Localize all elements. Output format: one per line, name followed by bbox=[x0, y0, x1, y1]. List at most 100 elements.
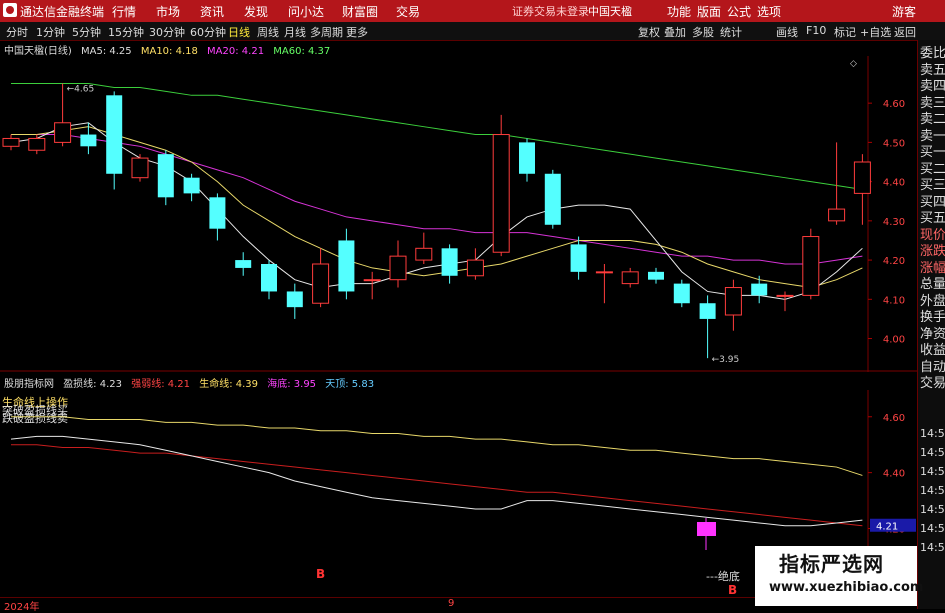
side-item-19[interactable]: 自动 bbox=[920, 360, 945, 376]
period-more[interactable]: 更多 bbox=[344, 24, 370, 40]
btn-overlay[interactable]: 叠加 bbox=[664, 24, 686, 40]
candle-body-down bbox=[261, 264, 277, 292]
side-item-4[interactable]: 卖二 bbox=[920, 112, 945, 128]
candle-body-down bbox=[106, 95, 123, 174]
menu-formula[interactable]: 公式 bbox=[727, 3, 751, 20]
sub-tick-label: 4.60 bbox=[883, 413, 905, 424]
side-item-20[interactable]: 交易 bbox=[920, 376, 945, 392]
menu-function[interactable]: 功能 bbox=[667, 3, 691, 20]
high-annotation: ←4.65 bbox=[67, 85, 95, 95]
quote-side-panel: 委比 卖五 卖四 卖三 卖二 卖一 买一 买二 买三 买四 买五 现价 涨跌 涨幅 总量 外盘 换手 净资 收益 自动… bbox=[917, 40, 945, 609]
candle-body-up bbox=[389, 255, 407, 281]
sub-indicator-name[interactable]: 股朋指标网 bbox=[4, 379, 54, 390]
side-item-7[interactable]: 买二 bbox=[920, 162, 945, 178]
period-5min[interactable]: 5分钟 bbox=[70, 24, 103, 40]
watermark-title: 指标严选网 bbox=[779, 552, 884, 576]
side-time-tick: 14:56 bbox=[920, 427, 945, 440]
candle-body-up bbox=[312, 263, 330, 304]
menu-news[interactable]: 资讯 bbox=[200, 3, 224, 20]
candle-body-down bbox=[286, 291, 303, 308]
btn-draw[interactable]: 画线 bbox=[776, 24, 798, 40]
profit-line-value: 盈损线: 4.23 bbox=[63, 379, 123, 390]
side-item-0[interactable]: 委比 bbox=[920, 46, 945, 62]
period-timeshare[interactable]: 分时 bbox=[4, 24, 30, 40]
price-tick-label: 4.60 bbox=[883, 99, 905, 110]
candle-body-down bbox=[209, 197, 226, 229]
candle-body-down bbox=[338, 240, 355, 292]
main-indicator-row: 中国天楹(日线) MA5: 4.25 MA10: 4.18 MA20: 4.21… bbox=[0, 42, 336, 57]
period-1min[interactable]: 1分钟 bbox=[34, 24, 67, 40]
period-toolbar: 分时 1分钟 5分钟 15分钟 30分钟 60分钟 日线 周线 月线 多周期 更… bbox=[0, 22, 945, 41]
candle-body-down bbox=[80, 134, 97, 147]
side-item-12[interactable]: 涨跌 bbox=[920, 244, 945, 260]
side-item-2[interactable]: 卖四 bbox=[920, 79, 945, 95]
side-item-13[interactable]: 涨幅 bbox=[920, 261, 945, 277]
candle-body-down bbox=[157, 154, 174, 198]
period-multi[interactable]: 多周期 bbox=[308, 24, 345, 40]
side-item-11[interactable]: 现价 bbox=[920, 228, 945, 244]
btn-add-favorite[interactable]: +自选 bbox=[860, 24, 891, 40]
side-item-1[interactable]: 卖五 bbox=[920, 63, 945, 79]
app-window: 通达信金融终端 行情 市场 资讯 发现 问小达 财富圈 交易 证券交易未登录 中… bbox=[0, 0, 945, 613]
menu-wealth[interactable]: 财富圈 bbox=[342, 3, 378, 20]
candlestick-chart[interactable]: 4.60 4.50 4.40 4.30 4.20 4.10 4.00 ←4.65 ←3.95 ◇ bbox=[0, 56, 917, 372]
chart-settings-icon[interactable]: ◇ bbox=[850, 59, 857, 69]
side-item-9[interactable]: 买四 bbox=[920, 195, 945, 211]
trade-login-notice[interactable]: 证券交易未登录 bbox=[512, 3, 589, 19]
side-item-10[interactable]: 买五 bbox=[920, 211, 945, 227]
candle-body-up bbox=[802, 236, 820, 296]
life-line-series bbox=[11, 416, 863, 476]
period-monthly[interactable]: 月线 bbox=[282, 24, 308, 40]
menu-market[interactable]: 市场 bbox=[156, 3, 180, 20]
btn-adjust[interactable]: 复权 bbox=[638, 24, 660, 40]
side-item-5[interactable]: 卖一 bbox=[920, 129, 945, 145]
price-tick-label: 4.20 bbox=[883, 256, 905, 267]
current-value-label: 4.21 bbox=[876, 522, 898, 533]
ma20-line bbox=[11, 134, 863, 265]
month-label: 9 bbox=[448, 598, 455, 609]
side-time-tick: 14:56 bbox=[920, 446, 945, 459]
candle-body-up bbox=[2, 137, 20, 147]
btn-f10[interactable]: F10 bbox=[806, 24, 826, 37]
menu-quotes[interactable]: 行情 bbox=[112, 3, 136, 20]
side-item-18[interactable]: 收益 bbox=[920, 343, 945, 359]
sub-indicator-row: 股朋指标网 盈损线: 4.23 强弱线: 4.21 生命线: 4.39 海底: … bbox=[0, 375, 380, 390]
period-daily[interactable]: 日线 bbox=[226, 24, 252, 40]
btn-back[interactable]: 返回 bbox=[894, 24, 916, 40]
candle-body-down bbox=[235, 260, 252, 268]
side-item-17[interactable]: 净资 bbox=[920, 327, 945, 343]
menu-layout[interactable]: 版面 bbox=[697, 3, 721, 20]
year-label: 2024年 bbox=[4, 602, 40, 613]
side-item-16[interactable]: 换手 bbox=[920, 310, 945, 326]
menu-options[interactable]: 选项 bbox=[757, 3, 781, 20]
candle-body-down bbox=[648, 271, 664, 280]
candle-body-up bbox=[853, 161, 871, 194]
candle-body-up bbox=[466, 259, 484, 277]
candle-body-up bbox=[828, 208, 846, 222]
candle-body-up bbox=[776, 294, 794, 297]
bottom-signal-bar bbox=[697, 522, 716, 536]
btn-stats[interactable]: 统计 bbox=[720, 24, 742, 40]
price-tick-label: 4.10 bbox=[883, 295, 905, 306]
side-item-15[interactable]: 外盘 bbox=[920, 294, 945, 310]
guest-user[interactable]: 游客 bbox=[892, 3, 916, 20]
menu-trade[interactable]: 交易 bbox=[396, 3, 420, 20]
side-item-8[interactable]: 买三 bbox=[920, 178, 945, 194]
side-item-3[interactable]: 卖三 bbox=[920, 96, 945, 112]
side-item-14[interactable]: 总量 bbox=[920, 277, 945, 293]
sky-top-value: 天顶: 5.83 bbox=[325, 379, 375, 390]
candle-body-up bbox=[595, 271, 613, 274]
period-60min[interactable]: 60分钟 bbox=[188, 24, 228, 40]
side-time-tick: 14:56 bbox=[920, 465, 945, 478]
menu-ask[interactable]: 问小达 bbox=[288, 3, 324, 20]
period-weekly[interactable]: 周线 bbox=[255, 24, 281, 40]
menu-discover[interactable]: 发现 bbox=[244, 3, 268, 20]
candle-body-down bbox=[673, 283, 690, 304]
period-30min[interactable]: 30分钟 bbox=[147, 24, 187, 40]
price-tick-label: 4.50 bbox=[883, 138, 905, 149]
period-15min[interactable]: 15分钟 bbox=[106, 24, 146, 40]
price-tick-label: 4.40 bbox=[883, 178, 905, 189]
side-item-6[interactable]: 买一 bbox=[920, 145, 945, 161]
btn-multistock[interactable]: 多股 bbox=[692, 24, 714, 40]
btn-mark[interactable]: 标记 bbox=[834, 24, 856, 40]
